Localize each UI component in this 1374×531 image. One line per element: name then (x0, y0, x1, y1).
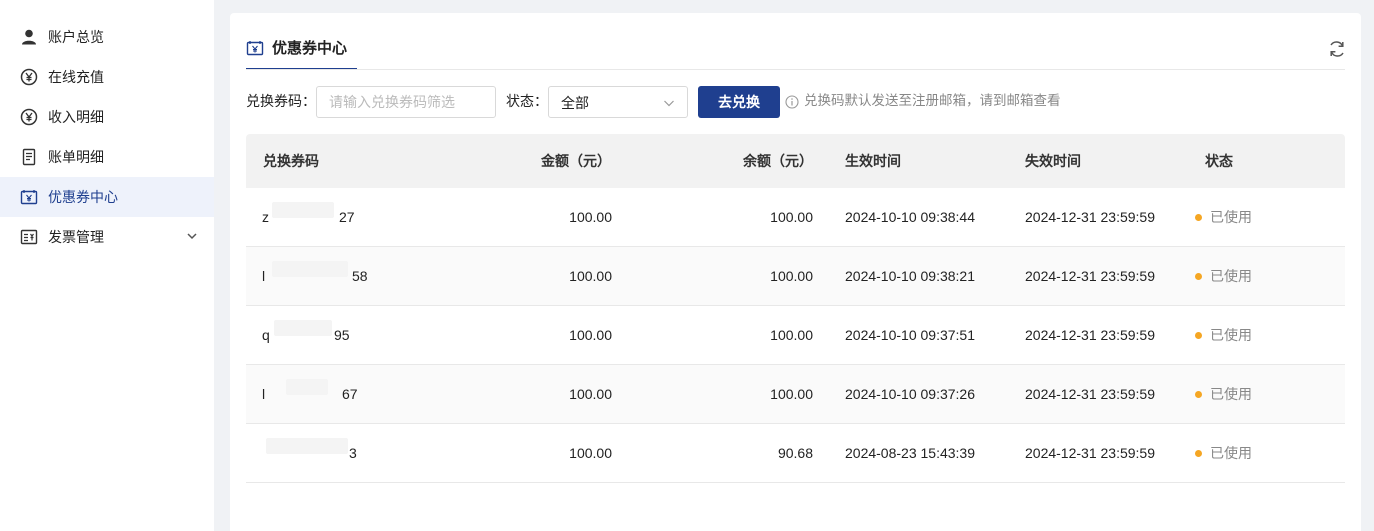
status-cell: 已使用 (1210, 209, 1252, 225)
coupon-icon (246, 41, 264, 56)
redeem-hint-text: 兑换码默认发送至注册邮箱，请到邮箱查看 (804, 93, 1061, 108)
sidebar-item-label: 账户总览 (48, 29, 104, 45)
chevron-down-icon[interactable] (186, 230, 198, 242)
coupon-code-prefix: q (262, 327, 270, 343)
column-header-end-time: 失效时间 (1025, 153, 1081, 169)
sidebar-item-account-overview[interactable]: 账户总览 (0, 17, 214, 57)
coupon-code-prefix: z (262, 209, 269, 225)
end-time-cell: 2024-12-31 23:59:59 (1025, 327, 1155, 343)
tab-label: 优惠券中心 (272, 40, 348, 57)
yen-circle-icon (20, 108, 38, 126)
status-dot (1195, 450, 1202, 457)
amount-cell: 100.00 (569, 268, 612, 284)
sidebar-item-invoice-management[interactable]: 发票管理 (0, 217, 214, 257)
column-header-balance: 余额（元） (743, 153, 813, 169)
sidebar-item-label: 账单明细 (48, 149, 104, 165)
status-filter-label: 状态： (506, 93, 548, 109)
end-time-cell: 2024-12-31 23:59:59 (1025, 268, 1155, 284)
sidebar: 账户总览 在线充值 收入明细 账单明细 优惠券中心 发票管理 (0, 0, 214, 531)
column-header-start-time: 生效时间 (845, 153, 901, 169)
coupon-code-suffix: 67 (342, 386, 358, 402)
yen-circle-icon (20, 68, 38, 86)
end-time-cell: 2024-12-31 23:59:59 (1025, 386, 1155, 402)
status-dot (1195, 214, 1202, 221)
redacted-code-mask (274, 320, 332, 336)
refresh-icon[interactable] (1327, 39, 1347, 59)
table-row[interactable]: l 58 100.00 100.00 2024-10-10 09:38:21 2… (246, 247, 1345, 306)
invoice-icon (20, 229, 38, 245)
start-time-cell: 2024-10-10 09:38:44 (845, 209, 975, 225)
status-cell: 已使用 (1210, 386, 1252, 402)
coupon-icon (20, 190, 38, 205)
sidebar-item-label: 发票管理 (48, 229, 104, 245)
start-time-cell: 2024-10-10 09:37:26 (845, 386, 975, 402)
balance-cell: 100.00 (770, 209, 813, 225)
status-cell: 已使用 (1210, 268, 1252, 284)
sidebar-item-label: 优惠券中心 (48, 189, 118, 205)
table-header: 兑换券码 金额（元） 余额（元） 生效时间 失效时间 状态 (246, 134, 1345, 188)
sidebar-item-bill-details[interactable]: 账单明细 (0, 137, 214, 177)
sidebar-item-online-recharge[interactable]: 在线充值 (0, 57, 214, 97)
status-cell: 已使用 (1210, 327, 1252, 343)
receipt-icon (22, 148, 36, 166)
table-row[interactable]: 3 100.00 90.68 2024-08-23 15:43:39 2024-… (246, 424, 1345, 483)
balance-cell: 100.00 (770, 327, 813, 343)
redacted-code-mask (272, 261, 348, 277)
main-card: 优惠券中心 兑换券码： 状态： 全部 去兑换 兑换码默认发送至注册邮箱，请到邮箱… (230, 13, 1361, 531)
table-row[interactable]: z 27 100.00 100.00 2024-10-10 09:38:44 2… (246, 188, 1345, 247)
tab-divider (246, 69, 1345, 70)
start-time-cell: 2024-10-10 09:38:21 (845, 268, 975, 284)
redacted-code-mask (272, 202, 334, 218)
amount-cell: 100.00 (569, 445, 612, 461)
balance-cell: 100.00 (770, 268, 813, 284)
status-cell: 已使用 (1210, 445, 1252, 461)
redacted-code-mask (266, 438, 348, 454)
coupon-code-search-input[interactable] (316, 86, 496, 118)
chevron-down-icon (664, 100, 674, 107)
info-icon (785, 95, 799, 109)
coupon-code-suffix: 27 (339, 209, 355, 225)
table-row[interactable]: l 67 100.00 100.00 2024-10-10 09:37:26 2… (246, 365, 1345, 424)
start-time-cell: 2024-08-23 15:43:39 (845, 445, 975, 461)
column-header-code: 兑换券码 (263, 153, 319, 169)
coupon-code-suffix: 3 (349, 445, 357, 461)
status-select[interactable]: 全部 (548, 86, 688, 118)
redeem-button[interactable]: 去兑换 (698, 86, 780, 118)
end-time-cell: 2024-12-31 23:59:59 (1025, 445, 1155, 461)
balance-cell: 100.00 (770, 386, 813, 402)
column-header-amount: 金额（元） (541, 153, 611, 169)
end-time-cell: 2024-12-31 23:59:59 (1025, 209, 1155, 225)
sidebar-item-label: 在线充值 (48, 69, 104, 85)
status-dot (1195, 273, 1202, 280)
amount-cell: 100.00 (569, 327, 612, 343)
column-header-status: 状态 (1205, 153, 1233, 169)
user-icon (22, 29, 36, 45)
status-dot (1195, 391, 1202, 398)
coupon-code-prefix: l (262, 386, 266, 402)
amount-cell: 100.00 (569, 209, 612, 225)
coupon-code-suffix: 58 (352, 268, 368, 284)
code-filter-label: 兑换券码： (246, 93, 316, 109)
coupon-code-prefix: l (262, 268, 266, 284)
amount-cell: 100.00 (569, 386, 612, 402)
sidebar-item-coupon-center[interactable]: 优惠券中心 (0, 177, 214, 217)
start-time-cell: 2024-10-10 09:37:51 (845, 327, 975, 343)
status-select-value: 全部 (561, 95, 589, 111)
table-row[interactable]: q 95 100.00 100.00 2024-10-10 09:37:51 2… (246, 306, 1345, 365)
coupon-code-suffix: 95 (334, 327, 350, 343)
status-dot (1195, 332, 1202, 339)
sidebar-item-income-details[interactable]: 收入明细 (0, 97, 214, 137)
balance-cell: 90.68 (777, 445, 813, 461)
redacted-code-mask (286, 379, 328, 395)
tab-coupon-center[interactable]: 优惠券中心 (246, 35, 357, 70)
sidebar-item-label: 收入明细 (48, 109, 104, 125)
